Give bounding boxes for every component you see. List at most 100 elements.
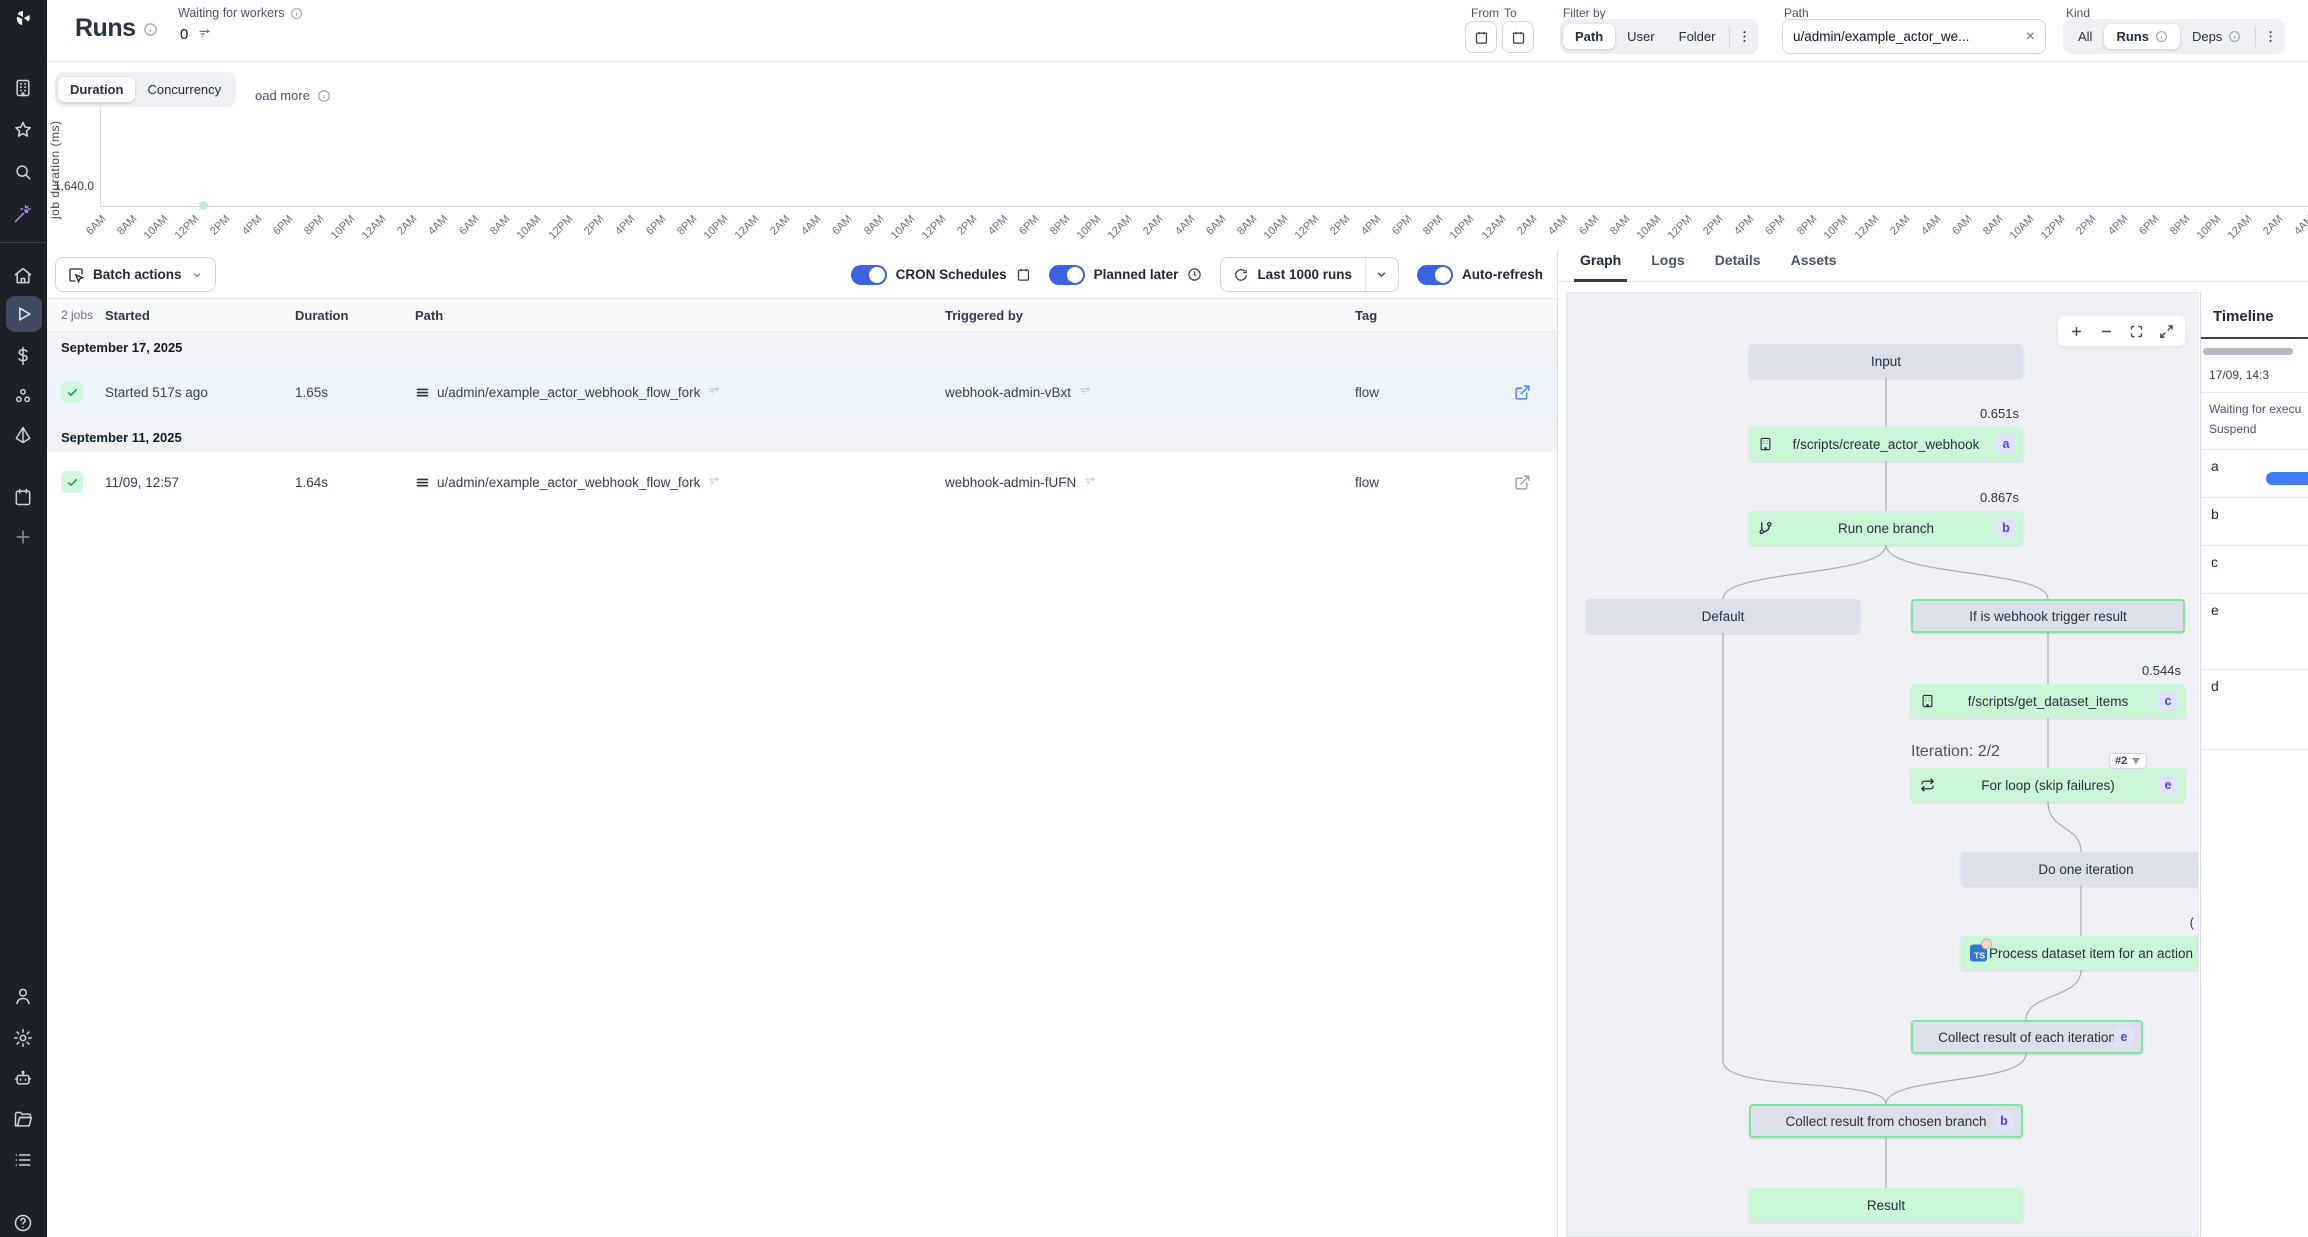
flow-node-step_e[interactable]: For loop (skip failures)e: [1911, 768, 2185, 802]
cron-schedules-toggle[interactable]: [851, 265, 887, 285]
zoom-out-icon[interactable]: [2099, 324, 2114, 339]
table-row[interactable]: Started 517s ago1.65su/admin/example_act…: [47, 362, 1557, 422]
success-check-icon: [61, 471, 83, 493]
horizontal-scrollbar[interactable]: [2203, 348, 2293, 355]
tab-details[interactable]: Details: [1715, 250, 1761, 281]
from-date-button[interactable]: [1465, 21, 1497, 53]
clear-path-icon[interactable]: ×: [2024, 27, 2037, 47]
flow-node-step_c[interactable]: f/scripts/get_dataset_itemsc: [1911, 684, 2185, 718]
path-filter-field: ×: [1782, 19, 2046, 54]
timeline-row-c[interactable]: c: [2201, 546, 2308, 594]
timeline-row-label: a: [2211, 458, 2219, 474]
chart-tab-duration[interactable]: Duration: [58, 77, 135, 102]
dollar-icon[interactable]: [13, 346, 33, 366]
fit-view-icon[interactable]: [2129, 324, 2144, 339]
external-link-icon[interactable]: [1514, 474, 1531, 491]
last-runs-button[interactable]: Last 1000 runs: [1221, 258, 1365, 291]
user-icon[interactable]: [13, 986, 33, 1006]
to-date-button[interactable]: [1502, 21, 1534, 53]
wand-icon[interactable]: [13, 204, 33, 224]
filter-by-label: Filter by: [1563, 6, 1606, 20]
auto-refresh-toggle-item: Auto-refresh: [1417, 265, 1543, 285]
flow-node-step_b[interactable]: Run one branchb: [1749, 511, 2023, 545]
iteration-selector[interactable]: #2: [2109, 753, 2147, 769]
filter-plus-icon[interactable]: [1078, 385, 1092, 399]
col-duration: Duration: [295, 308, 415, 323]
filter-plus-icon[interactable]: [707, 385, 721, 399]
flow-node-branch_if[interactable]: If is webhook trigger result: [1911, 599, 2185, 633]
plus-icon[interactable]: [13, 527, 33, 547]
segment-deps[interactable]: Deps: [2180, 24, 2253, 49]
robot-icon[interactable]: [13, 1068, 33, 1088]
timeline-row-e[interactable]: e: [2201, 594, 2308, 670]
jobs-count: 2 jobs: [47, 308, 105, 322]
calendar-icon[interactable]: [13, 487, 33, 507]
from-label: From: [1471, 6, 1499, 20]
step-badge: c: [2158, 691, 2178, 711]
kind-label: Kind: [2066, 6, 2090, 20]
menu-icon[interactable]: [415, 475, 430, 490]
calendar-icon: [1016, 267, 1031, 282]
kebab-menu-icon[interactable]: [1732, 29, 1756, 44]
menu-icon[interactable]: [415, 385, 430, 400]
search-icon[interactable]: [13, 162, 33, 182]
segment-folder[interactable]: Folder: [1667, 24, 1728, 49]
star-icon[interactable]: [13, 120, 33, 140]
filter-plus-icon[interactable]: [707, 475, 721, 489]
table-row[interactable]: 11/09, 12:571.64su/admin/example_actor_w…: [47, 452, 1557, 512]
flow-node-step_d[interactable]: Process dataset item for an actionTS: [1961, 936, 2199, 970]
path-cell[interactable]: u/admin/example_actor_webhook_flow_fork: [415, 475, 945, 490]
segment-path[interactable]: Path: [1563, 24, 1615, 49]
step-badge: b: [1994, 1111, 2014, 1131]
y-axis-tick: 1,640.0: [52, 179, 94, 193]
folder-icon[interactable]: [13, 1110, 33, 1130]
tab-logs[interactable]: Logs: [1651, 250, 1684, 281]
timeline-row-a[interactable]: a: [2201, 450, 2308, 498]
sidebar-item-runs[interactable]: [6, 296, 42, 332]
flow-node-collect_branch[interactable]: Collect result from chosen branchb: [1749, 1104, 2023, 1138]
load-more[interactable]: oad more: [255, 88, 331, 103]
chart-tabs: DurationConcurrency: [55, 72, 236, 107]
settings-icon[interactable]: [13, 1028, 33, 1048]
segment-user[interactable]: User: [1615, 24, 1666, 49]
flow-node-collect_iteration[interactable]: Collect result of each iteratione: [1911, 1020, 2143, 1054]
home-icon[interactable]: [13, 266, 33, 286]
auto-refresh-toggle[interactable]: [1417, 265, 1453, 285]
segment-all[interactable]: All: [2066, 24, 2104, 49]
filter-plus-icon[interactable]: [1083, 475, 1097, 489]
node-label: Run one branch: [1838, 521, 1934, 536]
x-axis-line: [100, 206, 2308, 207]
chart-tab-concurrency[interactable]: Concurrency: [135, 77, 233, 102]
batch-actions-button[interactable]: Batch actions: [55, 257, 216, 292]
date-group-header: September 17, 2025: [47, 332, 1557, 362]
help-icon[interactable]: [13, 1213, 33, 1233]
run-data-point[interactable]: [199, 201, 208, 210]
segment-runs[interactable]: Runs: [2104, 24, 2180, 49]
filter-plus-icon[interactable]: [197, 27, 212, 42]
path-cell[interactable]: u/admin/example_actor_webhook_flow_fork: [415, 385, 945, 400]
zoom-in-icon[interactable]: [2069, 324, 2084, 339]
flow-graph-canvas[interactable]: Inputf/scripts/create_actor_webhooka0.65…: [1566, 292, 2199, 1237]
flow-node-input[interactable]: Input: [1749, 344, 2023, 378]
tab-assets[interactable]: Assets: [1791, 250, 1837, 281]
flow-node-result[interactable]: Result: [1749, 1188, 2023, 1222]
timeline-row-d[interactable]: d: [2201, 670, 2308, 750]
planned-later-toggle[interactable]: [1049, 265, 1085, 285]
info-icon[interactable]: [143, 22, 158, 37]
cluster-icon[interactable]: [13, 386, 33, 406]
pyramid-icon[interactable]: [13, 425, 33, 445]
timeline-row-b[interactable]: b: [2201, 498, 2308, 546]
flow-node-step_a[interactable]: f/scripts/create_actor_webhooka: [1749, 427, 2023, 461]
path-input[interactable]: [1793, 29, 2024, 44]
flow-node-do_iteration[interactable]: Do one iteration: [1961, 852, 2199, 886]
list-icon[interactable]: [13, 1150, 33, 1170]
kebab-menu-icon[interactable]: [2258, 29, 2282, 44]
step-badge: a: [1996, 434, 2016, 454]
building-icon[interactable]: [13, 78, 33, 98]
flow-node-branch_default[interactable]: Default: [1586, 599, 1860, 633]
expand-icon[interactable]: [2159, 324, 2174, 339]
external-link-icon[interactable]: [1514, 384, 1531, 401]
tab-graph[interactable]: Graph: [1580, 250, 1621, 281]
last-runs-dropdown[interactable]: [1366, 258, 1398, 291]
info-icon[interactable]: [290, 7, 303, 20]
